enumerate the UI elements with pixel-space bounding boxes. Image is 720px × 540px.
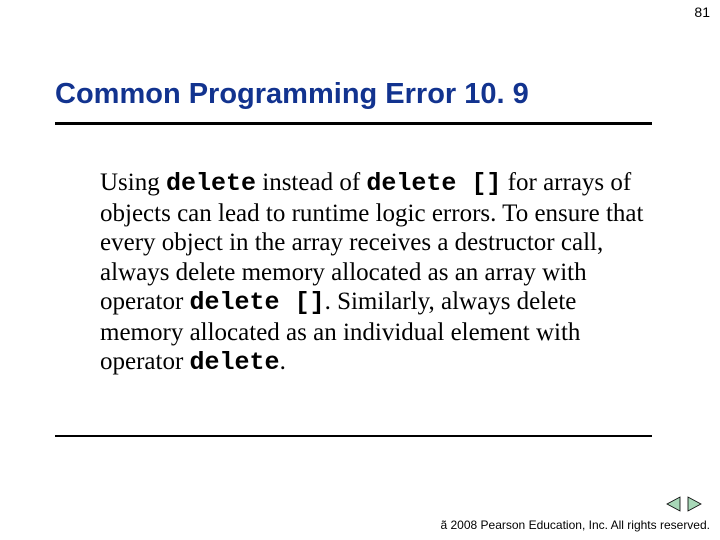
code-delete-2: delete bbox=[190, 348, 280, 377]
code-delete-1: delete bbox=[166, 169, 256, 198]
prev-arrow-icon[interactable] bbox=[666, 496, 682, 512]
body-text-2: instead of bbox=[256, 169, 366, 196]
copyright-text: ã 2008 Pearson Education, Inc. All right… bbox=[441, 518, 711, 532]
next-arrow-icon[interactable] bbox=[686, 496, 702, 512]
body-text-1: Using bbox=[100, 169, 166, 196]
code-delete-brackets-2: delete [] bbox=[190, 288, 325, 317]
nav-arrows bbox=[666, 496, 702, 512]
page-number: 81 bbox=[694, 4, 710, 20]
body-text-5: . bbox=[280, 348, 286, 375]
bottom-rule bbox=[55, 435, 652, 437]
code-delete-brackets-1: delete [] bbox=[366, 169, 501, 198]
heading-underline bbox=[55, 122, 652, 125]
body-paragraph: Using delete instead of delete [] for ar… bbox=[100, 168, 650, 378]
slide-heading: Common Programming Error 10. 9 bbox=[55, 78, 529, 111]
